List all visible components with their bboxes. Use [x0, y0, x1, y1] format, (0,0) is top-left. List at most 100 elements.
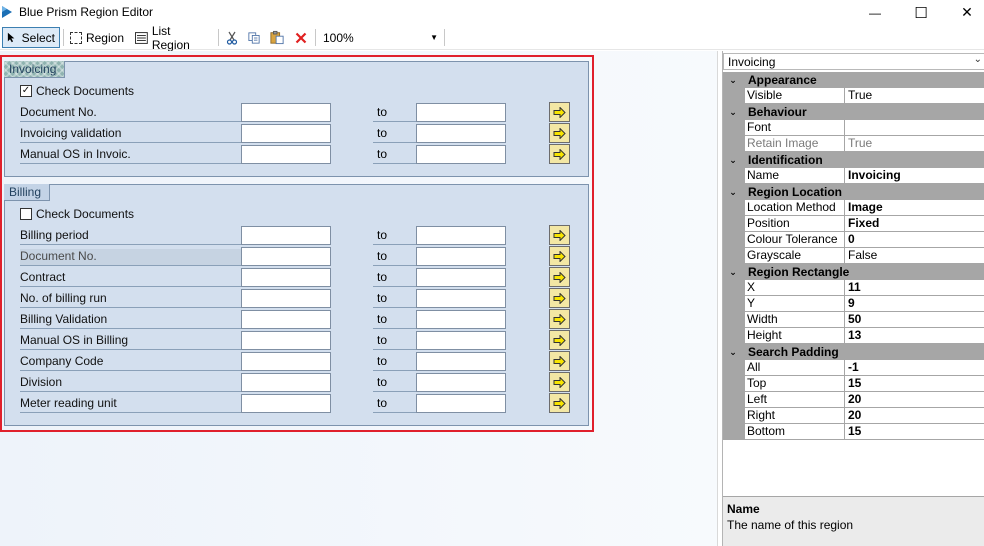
checkbox-unchecked[interactable] — [20, 208, 32, 220]
paste-button[interactable] — [266, 27, 288, 48]
property-row-left[interactable]: Left 20 — [723, 392, 984, 408]
collapse-icon[interactable]: ⌄ — [723, 267, 743, 278]
property-row-grayscale[interactable]: Grayscale False — [723, 248, 984, 264]
property-value[interactable]: 50 — [845, 312, 984, 328]
group-billing[interactable]: Billing Check Documents Billing period t… — [4, 184, 589, 426]
property-row-right[interactable]: Right 20 — [723, 408, 984, 424]
property-row-name[interactable]: Name Invoicing — [723, 168, 984, 184]
property-value[interactable]: Fixed — [845, 216, 984, 232]
property-value[interactable]: 15 — [845, 424, 984, 440]
from-input[interactable] — [241, 247, 331, 266]
region-canvas[interactable]: Invoicing ✓ Check Documents Document No.… — [0, 51, 717, 546]
multiple-selection-button[interactable] — [549, 309, 570, 329]
from-input[interactable] — [241, 331, 331, 350]
multiple-selection-button[interactable] — [549, 372, 570, 392]
collapse-icon[interactable]: ⌄ — [723, 155, 743, 166]
to-input[interactable] — [416, 352, 506, 371]
cut-button[interactable] — [222, 27, 242, 48]
category-behaviour[interactable]: ⌄ Behaviour — [723, 104, 984, 120]
maximize-button[interactable]: ☐ — [898, 0, 944, 25]
category-region-rectangle[interactable]: ⌄ Region Rectangle — [723, 264, 984, 280]
property-value[interactable]: 15 — [845, 376, 984, 392]
category-appearance[interactable]: ⌄ Appearance — [723, 72, 984, 88]
collapse-icon[interactable]: ⌄ — [723, 75, 743, 86]
multiple-selection-button[interactable] — [549, 288, 570, 308]
property-value[interactable]: -1 — [845, 360, 984, 376]
to-input[interactable] — [416, 373, 506, 392]
property-row-width[interactable]: Width 50 — [723, 312, 984, 328]
multiple-selection-button[interactable] — [549, 393, 570, 413]
property-value[interactable]: 0 — [845, 232, 984, 248]
to-input[interactable] — [416, 226, 506, 245]
property-value[interactable]: 13 — [845, 328, 984, 344]
close-button[interactable]: ✕ — [944, 0, 984, 25]
to-input[interactable] — [416, 310, 506, 329]
check-documents-invoicing[interactable]: ✓ Check Documents — [20, 84, 134, 98]
checkbox-checked[interactable]: ✓ — [20, 85, 32, 97]
property-row-x[interactable]: X 11 — [723, 280, 984, 296]
property-row-retain-image[interactable]: Retain Image True — [723, 136, 984, 152]
to-input[interactable] — [416, 103, 506, 122]
property-value[interactable]: 20 — [845, 392, 984, 408]
from-input[interactable] — [241, 373, 331, 392]
minimize-button[interactable]: — — [852, 0, 898, 25]
property-value[interactable]: 20 — [845, 408, 984, 424]
from-input[interactable] — [241, 268, 331, 287]
list-region-tool-button[interactable]: List Region — [131, 24, 215, 52]
multiple-selection-button[interactable] — [549, 102, 570, 122]
property-row-height[interactable]: Height 13 — [723, 328, 984, 344]
multiple-selection-button[interactable] — [549, 123, 570, 143]
object-select[interactable]: Invoicing ⌄ — [723, 53, 984, 70]
copy-button[interactable] — [244, 27, 264, 48]
from-input[interactable] — [241, 289, 331, 308]
property-row-top[interactable]: Top 15 — [723, 376, 984, 392]
from-input[interactable] — [241, 145, 331, 164]
to-input[interactable] — [416, 268, 506, 287]
multiple-selection-button[interactable] — [549, 246, 570, 266]
check-documents-billing[interactable]: Check Documents — [20, 207, 134, 221]
collapse-icon[interactable]: ⌄ — [723, 107, 743, 118]
multiple-selection-button[interactable] — [549, 267, 570, 287]
multiple-selection-button[interactable] — [549, 330, 570, 350]
property-row-colour-tolerance[interactable]: Colour Tolerance 0 — [723, 232, 984, 248]
property-row-position[interactable]: Position Fixed — [723, 216, 984, 232]
to-input[interactable] — [416, 331, 506, 350]
group-invoicing[interactable]: Invoicing ✓ Check Documents Document No.… — [4, 61, 589, 177]
category-identification[interactable]: ⌄ Identification — [723, 152, 984, 168]
property-value[interactable]: True — [845, 136, 984, 152]
collapse-icon[interactable]: ⌄ — [723, 347, 743, 358]
property-value[interactable]: 11 — [845, 280, 984, 296]
from-input[interactable] — [241, 226, 331, 245]
property-row-all[interactable]: All -1 — [723, 360, 984, 376]
from-input[interactable] — [241, 124, 331, 143]
property-value[interactable]: 9 — [845, 296, 984, 312]
property-value[interactable] — [845, 120, 984, 136]
from-input[interactable] — [241, 310, 331, 329]
property-row-y[interactable]: Y 9 — [723, 296, 984, 312]
property-row-location-method[interactable]: Location Method Image — [723, 200, 984, 216]
to-input[interactable] — [416, 394, 506, 413]
group-tab-invoicing[interactable]: Invoicing — [4, 61, 66, 78]
zoom-select[interactable]: 100% ▼ — [318, 27, 442, 48]
collapse-icon[interactable]: ⌄ — [723, 187, 743, 198]
multiple-selection-button[interactable] — [549, 351, 570, 371]
region-tool-button[interactable]: Region — [66, 27, 128, 48]
property-value[interactable]: False — [845, 248, 984, 264]
category-search-padding[interactable]: ⌄ Search Padding — [723, 344, 984, 360]
from-input[interactable] — [241, 394, 331, 413]
to-input[interactable] — [416, 145, 506, 164]
from-input[interactable] — [241, 103, 331, 122]
property-value[interactable]: Image — [845, 200, 984, 216]
property-value[interactable]: True — [845, 88, 984, 104]
property-row-visible[interactable]: Visible True — [723, 88, 984, 104]
delete-button[interactable] — [291, 27, 311, 48]
to-input[interactable] — [416, 124, 506, 143]
multiple-selection-button[interactable] — [549, 144, 570, 164]
category-region-location[interactable]: ⌄ Region Location — [723, 184, 984, 200]
multiple-selection-button[interactable] — [549, 225, 570, 245]
property-row-bottom[interactable]: Bottom 15 — [723, 424, 984, 440]
to-input[interactable] — [416, 247, 506, 266]
select-tool-button[interactable]: Select — [2, 27, 60, 48]
property-value[interactable]: Invoicing — [845, 168, 984, 184]
from-input[interactable] — [241, 352, 331, 371]
